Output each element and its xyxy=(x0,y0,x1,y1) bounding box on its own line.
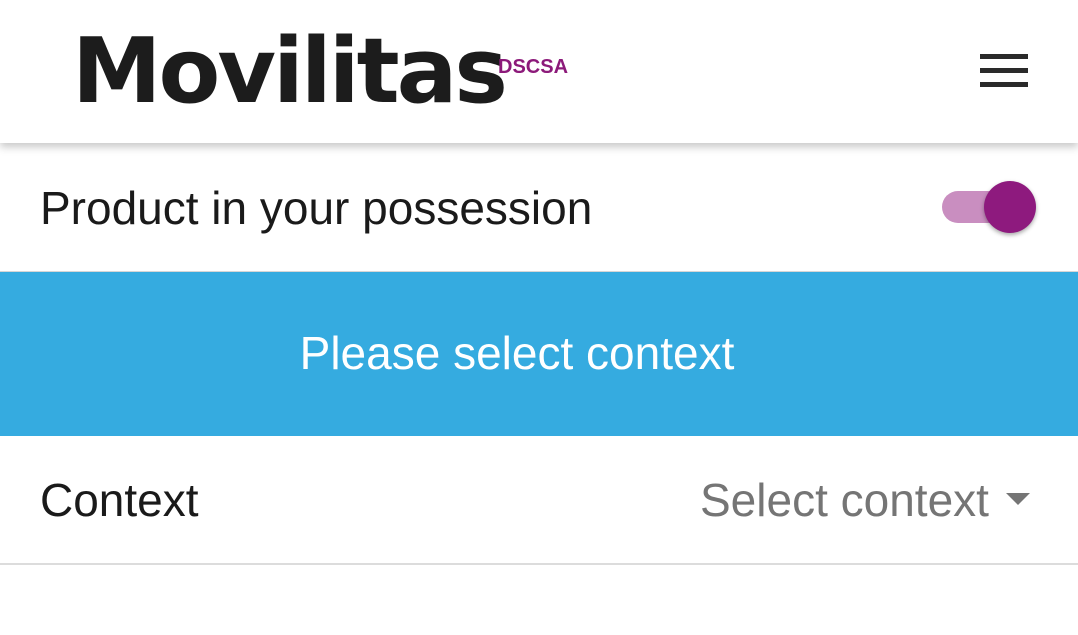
menu-bar xyxy=(980,68,1028,73)
context-select-placeholder: Select context xyxy=(700,474,989,526)
app-header: Movilitas DSCSA xyxy=(0,0,1078,143)
menu-bar xyxy=(980,54,1028,59)
brand-tag: DSCSA xyxy=(498,56,569,78)
menu-bar xyxy=(980,82,1028,87)
context-select[interactable]: Select context xyxy=(690,466,1040,534)
brand-name: Movilitas xyxy=(72,19,508,124)
possession-toggle[interactable] xyxy=(940,179,1040,237)
select-context-banner: Please select context xyxy=(0,272,1078,436)
hamburger-menu-icon[interactable] xyxy=(970,46,1038,96)
possession-row: Product in your possession xyxy=(0,143,1078,272)
app-screen: Movilitas DSCSA Product in your possessi… xyxy=(0,0,1078,635)
possession-label: Product in your possession xyxy=(40,182,593,234)
toggle-thumb xyxy=(984,181,1036,233)
dropdown-caret-icon xyxy=(1006,493,1030,505)
banner-text: Please select context xyxy=(299,327,735,379)
context-label: Context xyxy=(40,474,199,526)
context-row: Context Select context xyxy=(0,436,1078,565)
